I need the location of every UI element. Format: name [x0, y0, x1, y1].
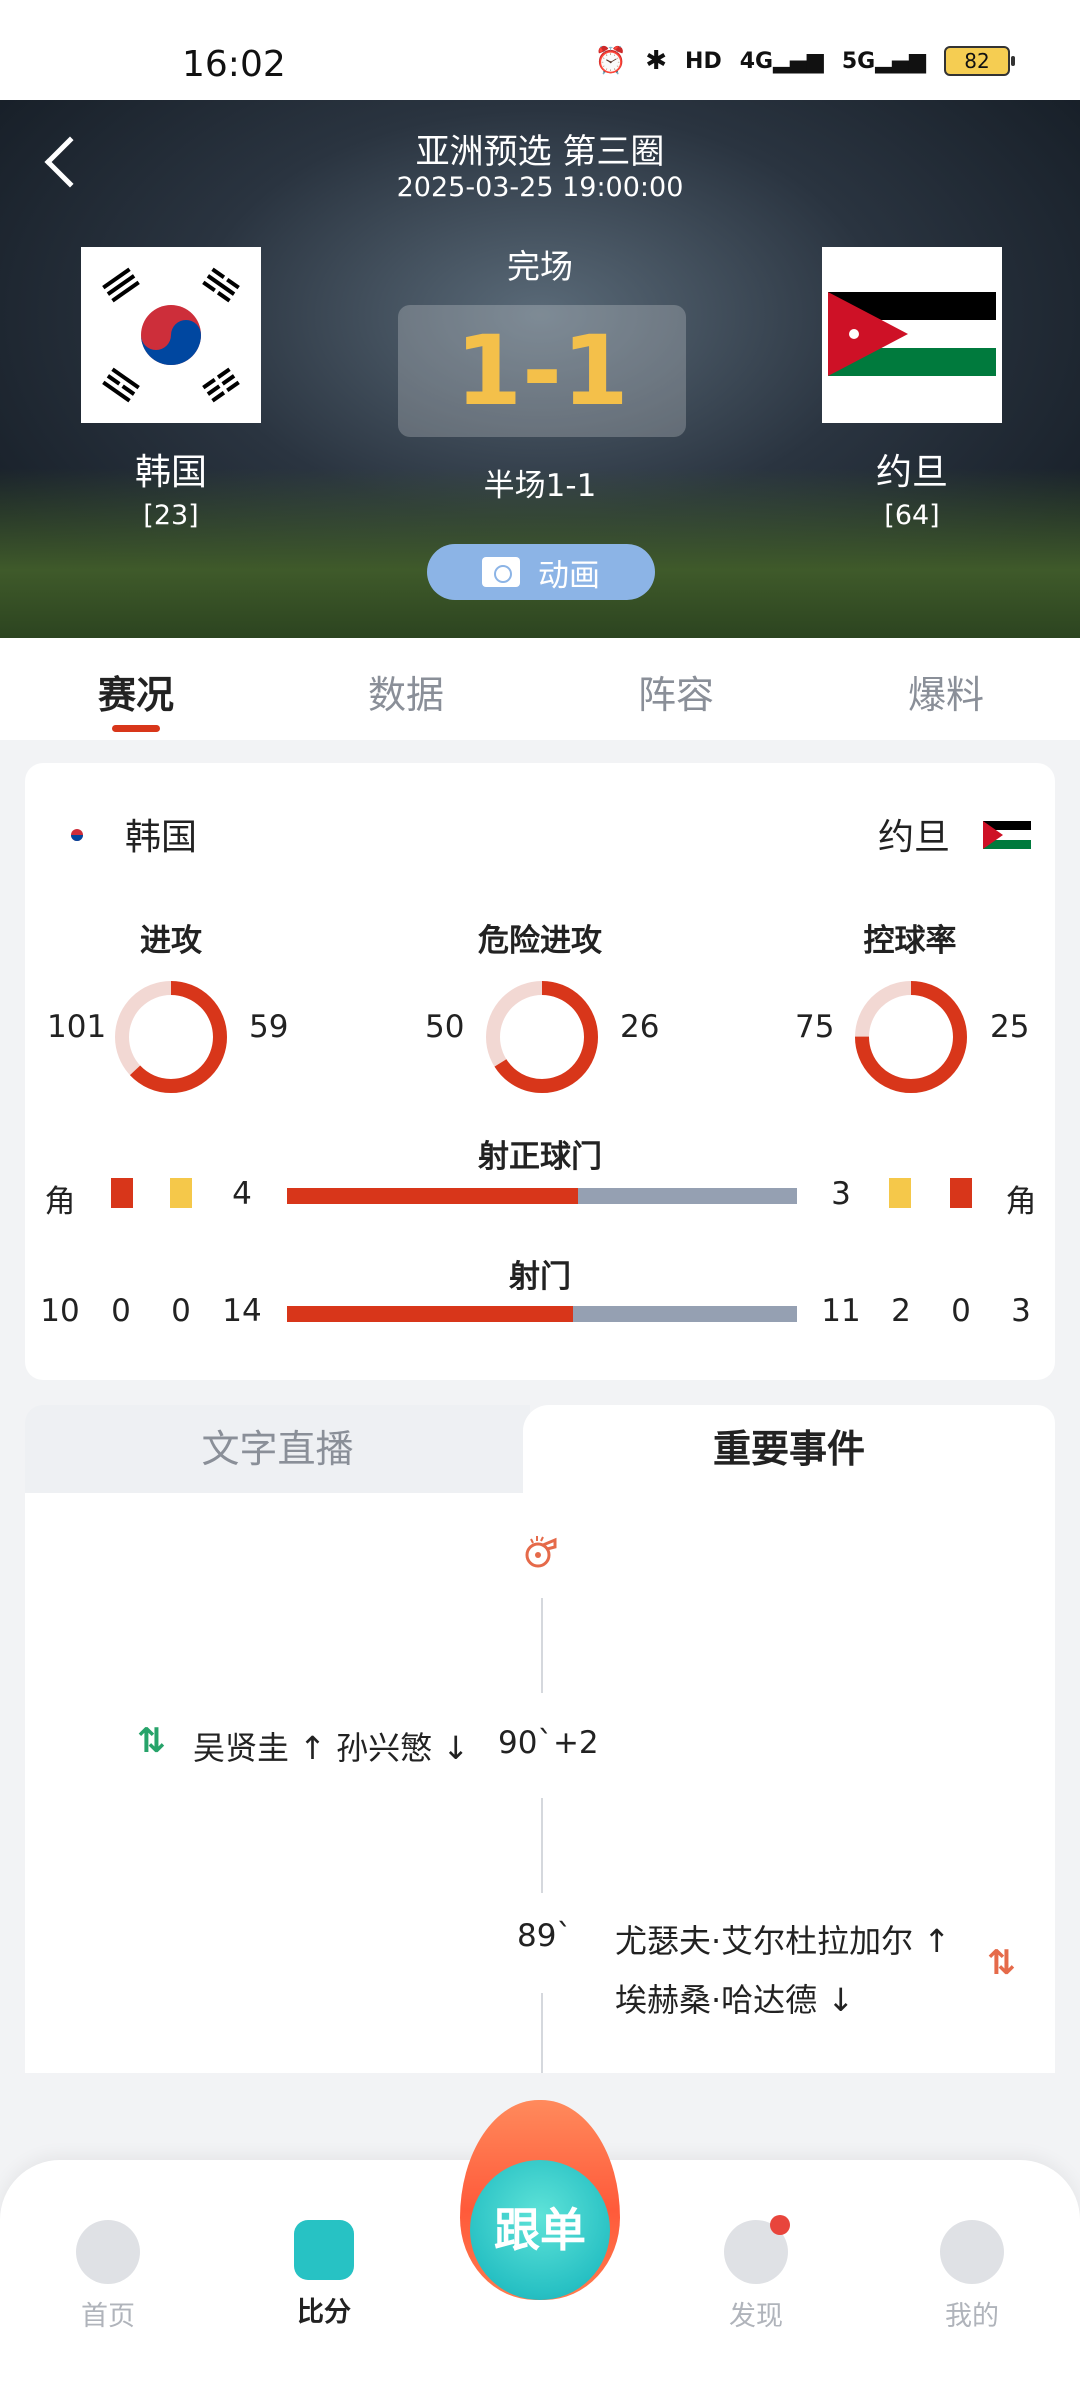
match-datetime: 2025-03-25 19:00:00 — [396, 172, 684, 203]
tab-lineup[interactable]: 阵容 — [596, 664, 756, 719]
events-timeline: ⇅ 吴贤圭 ↑ 孙兴慜 ↓ 90`+2 89` 尤瑟夫·艾尔杜拉加尔 ↑ 埃赫桑… — [25, 1493, 1055, 2073]
pitch-icon — [482, 557, 520, 587]
substitution-icon: ⇅ — [987, 1943, 1016, 1983]
signal-5g-icon: 5G▂▄▆ — [841, 48, 926, 74]
nav-mine-label: 我的 — [945, 2301, 999, 2332]
attack-home-value: 101 — [47, 1009, 107, 1045]
tab-data[interactable]: 数据 — [326, 664, 486, 719]
home-corners-value: 10 — [40, 1293, 80, 1329]
dangerous-attack-ring — [486, 981, 598, 1093]
dangerous-attack-home-value: 50 — [425, 1009, 465, 1045]
notification-dot — [770, 2215, 790, 2235]
bluetooth-icon: ✱ — [645, 46, 668, 76]
shots-home-fill — [287, 1306, 573, 1322]
follow-button[interactable]: 跟单 — [460, 2100, 620, 2300]
stats-away-name: 约旦 — [878, 817, 951, 858]
home-yellow-card-icon — [170, 1178, 192, 1208]
away-yellow-cards-value: 0 — [951, 1293, 971, 1329]
away-team-rank: [64] — [884, 500, 940, 531]
alarm-icon: ⏰ — [594, 46, 628, 76]
event-minute: 89` — [517, 1918, 572, 1954]
league-title: 亚洲预选 第三圈 — [415, 132, 665, 172]
shots-bar — [287, 1306, 797, 1322]
attack-away-value: 59 — [249, 1009, 289, 1045]
tab-key-events[interactable]: 重要事件 — [523, 1405, 1055, 1493]
possession-away-value: 25 — [990, 1009, 1030, 1045]
event-away-sub-in: 尤瑟夫·艾尔杜拉加尔 ↑ — [615, 1922, 951, 1960]
timeline-segment — [541, 1993, 543, 2073]
away-team-flag[interactable] — [822, 247, 1002, 423]
profile-icon — [940, 2220, 1004, 2284]
away-team-name[interactable]: 约旦 — [812, 443, 1012, 495]
whistle-icon — [525, 1536, 557, 1568]
home-corner-label: 角 — [44, 1184, 76, 1220]
event-away-sub-out: 埃赫桑·哈达德 ↓ — [615, 1981, 855, 2019]
away-red-card-icon — [950, 1178, 972, 1208]
match-score: 1-1 — [398, 305, 686, 437]
away-corner-label: 角 — [1005, 1184, 1037, 1220]
animation-button[interactable]: 动画 — [427, 544, 655, 600]
tab-live[interactable]: 赛况 — [56, 664, 216, 719]
event-tabs: 文字直播 重要事件 — [25, 1405, 1055, 1493]
home-mini-flag — [53, 821, 101, 849]
substitution-icon: ⇅ — [137, 1721, 166, 1761]
on-target-bar — [287, 1188, 797, 1204]
dangerous-attack-away-value: 26 — [620, 1009, 660, 1045]
signal-4g-icon: 4G▂▄▆ — [739, 48, 824, 74]
home-red-card-icon — [111, 1178, 133, 1208]
status-time: 16:02 — [182, 44, 286, 85]
status-icons: ⏰ ✱ HD 4G▂▄▆ 5G▂▄▆ 82 — [594, 46, 1015, 76]
football-icon — [76, 2220, 140, 2284]
event-minute: 90`+2 — [498, 1725, 599, 1761]
nav-home-label: 首页 — [81, 2301, 135, 2332]
away-yellow-card-icon — [889, 1178, 911, 1208]
attack-ring — [115, 981, 227, 1093]
timeline-segment — [541, 1598, 543, 1693]
nav-score[interactable]: 比分 — [259, 2220, 389, 2329]
stats-card: 韩国 约旦 进攻 101 59 危险进攻 50 26 控球率 75 25 射正球… — [25, 763, 1055, 1380]
shots-home-value: 14 — [222, 1293, 262, 1329]
away-corners-value: 3 — [1011, 1293, 1031, 1329]
nav-discover-label: 发现 — [729, 2301, 783, 2332]
timeline-segment — [541, 1798, 543, 1893]
animation-label: 动画 — [538, 557, 600, 594]
battery-icon: 82 — [944, 46, 1015, 76]
away-mini-flag — [983, 821, 1031, 849]
home-red-cards-value: 0 — [111, 1293, 131, 1329]
shots-away-value: 11 — [821, 1293, 861, 1329]
tab-news[interactable]: 爆料 — [866, 664, 1026, 719]
dangerous-attack-label: 危险进攻 — [478, 923, 602, 959]
shots-title: 射门 — [509, 1259, 571, 1295]
on-target-home-fill — [287, 1188, 578, 1204]
tab-underline — [112, 725, 160, 732]
event-home-sub-text: 吴贤圭 ↑ 孙兴慜 ↓ — [193, 1729, 470, 1767]
attack-label: 进攻 — [140, 923, 202, 959]
match-header: 亚洲预选 第三圈 2025-03-25 19:00:00 韩国 [23] 完场 … — [0, 100, 1080, 638]
match-tabs: 赛况 数据 阵容 爆料 — [0, 638, 1080, 740]
bottom-navigation: 首页 比分 跟单 发现 我的 — [0, 2075, 1080, 2400]
possession-label: 控球率 — [863, 923, 957, 959]
stats-home-name: 韩国 — [125, 817, 198, 858]
home-yellow-cards-value: 0 — [171, 1293, 191, 1329]
nav-home[interactable]: 首页 — [43, 2220, 173, 2333]
nav-score-label: 比分 — [297, 2297, 351, 2328]
possession-ring — [855, 981, 967, 1093]
nav-discover[interactable]: 发现 — [691, 2220, 821, 2333]
follow-label: 跟单 — [470, 2160, 610, 2300]
possession-home-value: 75 — [795, 1009, 835, 1045]
hd-icon: HD — [685, 48, 722, 74]
away-red-cards-value: 2 — [891, 1293, 911, 1329]
tab-text-live[interactable]: 文字直播 — [25, 1405, 530, 1493]
score-icon — [294, 2220, 354, 2280]
status-bar: 16:02 ⏰ ✱ HD 4G▂▄▆ 5G▂▄▆ 82 — [0, 0, 1080, 100]
on-target-away-value: 3 — [831, 1176, 851, 1212]
nav-mine[interactable]: 我的 — [907, 2220, 1037, 2333]
on-target-title: 射正球门 — [478, 1139, 602, 1175]
on-target-home-value: 4 — [232, 1176, 252, 1212]
